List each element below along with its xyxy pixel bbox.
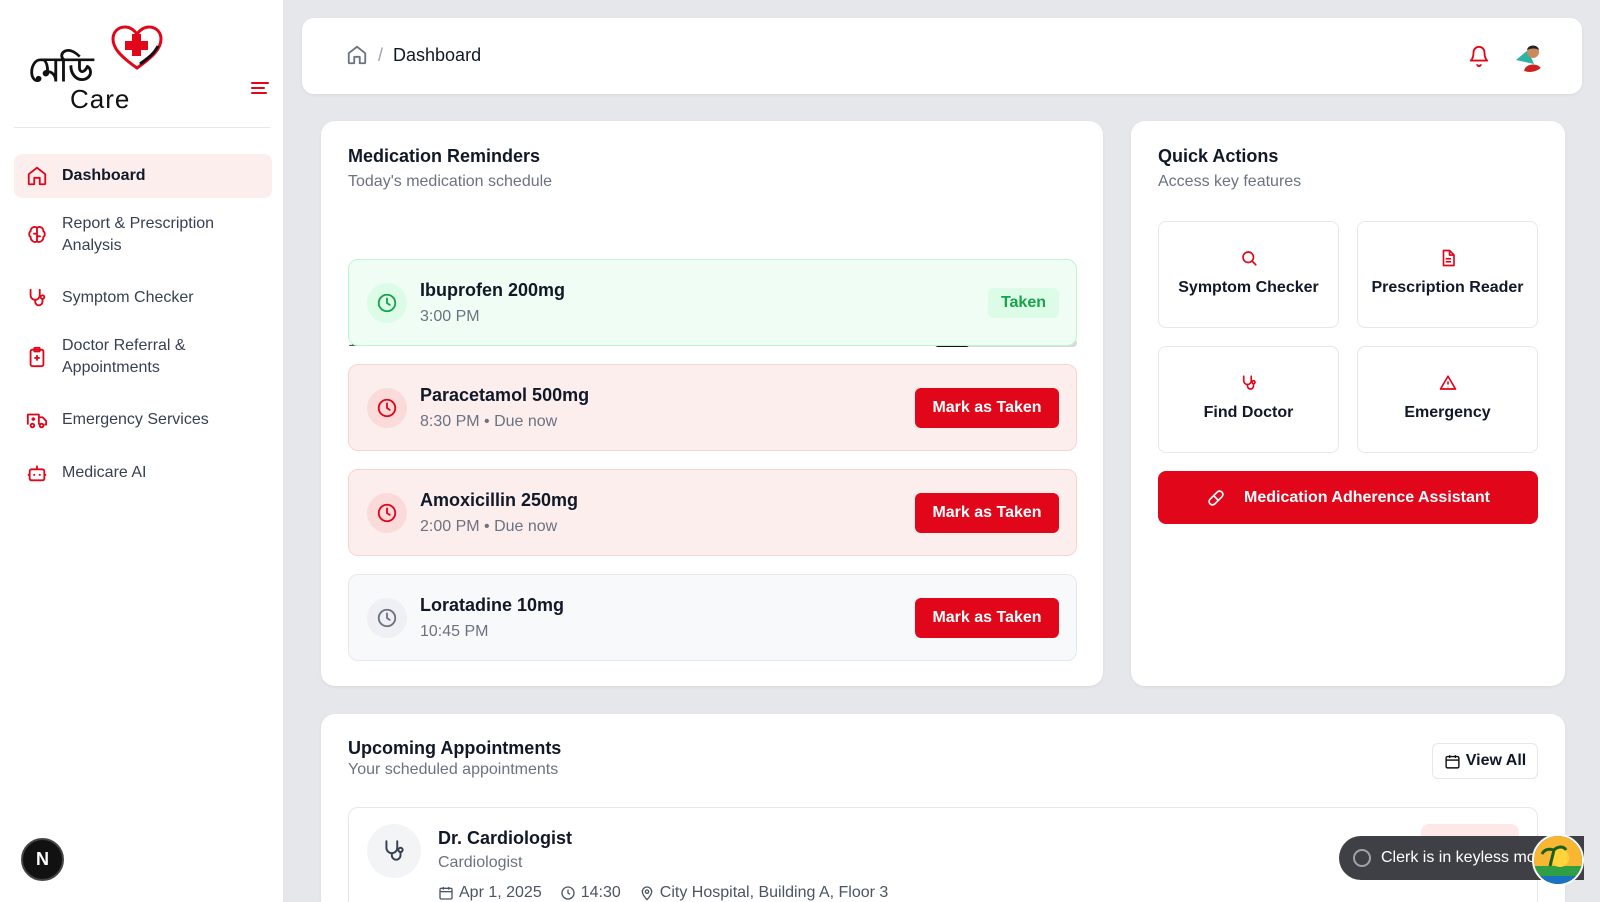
- home-icon[interactable]: [346, 44, 368, 66]
- top-header: / Dashboard: [302, 18, 1582, 94]
- stethoscope-icon: [29, 288, 46, 307]
- card-title: Medication Reminders: [348, 146, 541, 166]
- sidebar-item-medicare-ai[interactable]: Medicare AI: [14, 451, 272, 495]
- home-icon: [27, 166, 47, 186]
- sidebar-item-label: Symptom Checker: [62, 289, 194, 306]
- user-avatar[interactable]: [1514, 40, 1546, 72]
- mark-as-taken-button[interactable]: Mark as Taken: [915, 388, 1059, 428]
- sidebar-item-label: Emergency Services: [62, 411, 209, 428]
- appointment-time: 14:30: [560, 884, 621, 902]
- clock-icon: [367, 388, 407, 428]
- brand-logo[interactable]: মেডি Care: [28, 24, 163, 114]
- sidebar-nav: Dashboard Report & Prescription Analysis…: [14, 154, 272, 504]
- ambulance-icon: [26, 413, 48, 429]
- sidebar-item-report-analysis[interactable]: Report & Prescription Analysis: [14, 207, 272, 263]
- mark-as-taken-button[interactable]: Mark as Taken: [915, 493, 1059, 533]
- pill-icon: [1208, 489, 1224, 506]
- clock-icon: [367, 598, 407, 638]
- view-all-label: View All: [1465, 752, 1527, 769]
- quick-action-symptom-checker[interactable]: Symptom Checker: [1158, 221, 1339, 328]
- brand-care-text: Care: [70, 84, 131, 114]
- appointment-time-text: 14:30: [580, 884, 621, 901]
- doctor-name: Dr. Cardiologist: [438, 828, 573, 848]
- clerk-icon: [1353, 849, 1371, 867]
- breadcrumb-separator: /: [378, 44, 384, 65]
- medication-item: Ibuprofen 200mg 3:00 PM Taken: [348, 259, 1077, 346]
- clock-icon: [561, 886, 575, 900]
- medication-adherence-assistant-button[interactable]: Medication Adherence Assistant: [1158, 471, 1538, 524]
- appointment-date: Apr 1, 2025: [438, 884, 542, 902]
- quick-action-find-doctor[interactable]: Find Doctor: [1158, 346, 1339, 453]
- card-title: Upcoming Appointments: [348, 738, 562, 758]
- heart-cross-icon: [111, 25, 163, 70]
- button-label: Medication Adherence Assistant: [1244, 488, 1490, 506]
- sidebar-item-label: Medicare AI: [62, 464, 147, 481]
- map-pin-icon: [641, 886, 653, 901]
- quick-action-prescription-reader[interactable]: Prescription Reader: [1357, 221, 1538, 328]
- quick-action-label: Prescription Reader: [1371, 279, 1524, 296]
- file-text-icon: [1442, 249, 1455, 267]
- medication-time: 3:00 PM: [420, 308, 480, 325]
- sidebar-item-dashboard[interactable]: Dashboard: [14, 154, 272, 198]
- medication-item: Loratadine 10mg 10:45 PM Mark as Taken: [348, 574, 1077, 661]
- sidebar-item-emergency-services[interactable]: Emergency Services: [14, 398, 272, 442]
- medication-item: Amoxicillin 250mg 2:00 PM • Due now Mark…: [348, 469, 1077, 556]
- dev-tools-badge[interactable]: N: [21, 838, 64, 881]
- beach-avatar[interactable]: [1532, 834, 1584, 886]
- appointment-location-text: City Hospital, Building A, Floor 3: [659, 884, 889, 901]
- stethoscope-icon: [367, 824, 421, 878]
- view-all-button[interactable]: View All: [1432, 743, 1538, 779]
- sidebar-item-label: Doctor Referral & Appointments: [62, 337, 186, 376]
- card-title: Quick Actions: [1158, 146, 1279, 166]
- breadcrumb-current: Dashboard: [393, 44, 482, 65]
- calendar-icon: [439, 887, 453, 900]
- card-subtitle: Today's medication schedule: [348, 173, 553, 190]
- stethoscope-icon: [1242, 375, 1256, 390]
- search-icon: [1241, 251, 1257, 266]
- clock-icon: [367, 283, 407, 323]
- medication-name: Ibuprofen 200mg: [420, 280, 566, 300]
- medication-time: 8:30 PM • Due now: [420, 413, 558, 430]
- clipboard-plus-icon: [29, 346, 45, 368]
- sidebar-item-label: Report & Prescription Analysis: [62, 215, 215, 254]
- calendar-icon: [1445, 754, 1460, 769]
- toast-text: Clerk is in keyless mo: [1381, 849, 1536, 866]
- mark-as-taken-button[interactable]: Mark as Taken: [915, 598, 1059, 638]
- medication-time: 2:00 PM • Due now: [420, 518, 558, 535]
- quick-action-label: Emergency: [1404, 404, 1491, 421]
- doctor-specialty: Cardiologist: [438, 854, 523, 871]
- bot-icon: [27, 465, 47, 482]
- quick-action-emergency[interactable]: Emergency: [1357, 346, 1538, 453]
- card-subtitle: Your scheduled appointments: [348, 761, 559, 778]
- bell-icon[interactable]: [1468, 45, 1490, 67]
- medication-time: 10:45 PM: [420, 623, 489, 640]
- menu-toggle-icon[interactable]: [248, 76, 272, 100]
- taken-badge: Taken: [987, 288, 1059, 318]
- medication-item: Paracetamol 500mg 8:30 PM • Due now Mark…: [348, 364, 1077, 451]
- sidebar-item-doctor-referral[interactable]: Doctor Referral & Appointments: [14, 329, 272, 385]
- quick-actions-card: Quick Actions Access key features Sympto…: [1131, 121, 1565, 686]
- medication-name: Amoxicillin 250mg: [420, 490, 579, 510]
- medication-name: Loratadine 10mg: [420, 595, 565, 615]
- logo-area: মেডি Care: [14, 14, 270, 128]
- sidebar-item-symptom-checker[interactable]: Symptom Checker: [14, 276, 272, 320]
- sidebar: মেডি Care Dashboard Report & Prescriptio…: [0, 0, 284, 902]
- medication-name: Paracetamol 500mg: [420, 385, 590, 405]
- clock-icon: [367, 493, 407, 533]
- appointment-location: City Hospital, Building A, Floor 3: [639, 884, 889, 902]
- alert-triangle-icon: [1439, 375, 1456, 390]
- quick-action-label: Find Doctor: [1203, 404, 1294, 421]
- sidebar-item-label: Dashboard: [62, 167, 146, 184]
- medication-reminders-card: Medication Reminders Today's medication …: [321, 121, 1103, 686]
- breadcrumb: / Dashboard: [346, 44, 481, 66]
- appointment-date-text: Apr 1, 2025: [459, 884, 542, 901]
- card-subtitle: Access key features: [1158, 173, 1302, 190]
- brain-icon: [28, 226, 46, 243]
- appointment-meta: Apr 1, 2025 14:30 City Hospital, Buildin…: [438, 884, 906, 902]
- quick-action-label: Symptom Checker: [1178, 279, 1319, 296]
